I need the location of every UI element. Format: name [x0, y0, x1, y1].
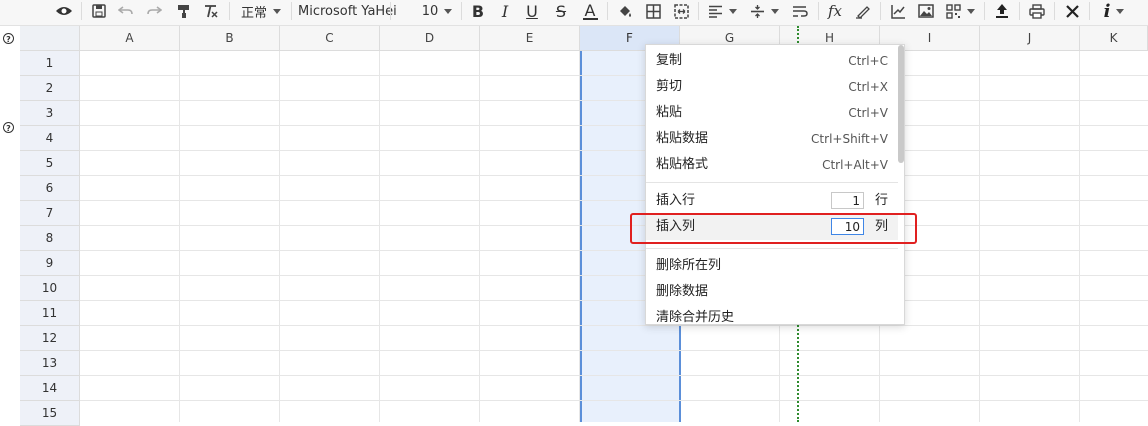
column-header[interactable]: K — [1080, 26, 1148, 51]
cell-grid[interactable] — [80, 26, 1148, 422]
underline-button[interactable]: U — [521, 0, 543, 22]
chevron-down-icon — [966, 8, 975, 14]
highlight-annotation-box — [630, 213, 917, 244]
redo-icon[interactable] — [142, 0, 166, 22]
select-all-corner[interactable] — [20, 26, 80, 51]
column-header[interactable]: B — [180, 26, 280, 51]
menu-item-paste-format[interactable]: 粘贴格式 Ctrl+Alt+V — [646, 152, 898, 178]
chart-icon[interactable] — [886, 0, 910, 22]
column-header[interactable]: J — [980, 26, 1080, 51]
menu-item-paste-data[interactable]: 粘贴数据 Ctrl+Shift+V — [646, 126, 898, 152]
edit-formula-icon[interactable] — [851, 0, 875, 22]
menu-item-delete-data[interactable]: 删除数据 — [646, 279, 898, 305]
vertical-align-select[interactable] — [746, 0, 782, 22]
row-header[interactable]: 4 — [20, 126, 80, 151]
column-header[interactable]: C — [280, 26, 380, 51]
font-color-swatch — [582, 17, 598, 20]
toolbar: 正常 Microsoft YaHei 10 B I U S A fx i — [0, 0, 1148, 26]
row-header[interactable]: 9 — [20, 251, 80, 276]
row-header[interactable]: 11 — [20, 301, 80, 326]
chevron-down-icon — [444, 8, 453, 14]
qr-code-select[interactable] — [942, 0, 978, 22]
row-header[interactable]: 1 — [20, 51, 80, 76]
borders-icon[interactable] — [641, 0, 665, 22]
merge-cells-icon[interactable] — [669, 0, 693, 22]
save-icon[interactable] — [88, 0, 110, 22]
row-header[interactable]: 15 — [20, 401, 80, 426]
row-header[interactable]: 12 — [20, 326, 80, 351]
print-icon[interactable] — [1025, 0, 1049, 22]
menu-item-insert-row[interactable]: 插入行 1 行 — [646, 188, 898, 214]
row-header[interactable]: 3 — [20, 101, 80, 126]
style-select[interactable]: 正常 — [236, 0, 286, 22]
undo-icon[interactable] — [114, 0, 138, 22]
tools-icon[interactable] — [1060, 0, 1084, 22]
image-icon[interactable] — [914, 0, 938, 22]
row-header[interactable]: 2 — [20, 76, 80, 101]
menu-item-clear-merge-history[interactable]: 清除合并历史 — [646, 305, 898, 324]
chevron-down-icon — [273, 8, 281, 14]
info-icon: i — [1103, 0, 1111, 22]
function-button[interactable]: fx — [823, 0, 847, 22]
column-header[interactable]: A — [80, 26, 180, 51]
chevron-down-icon — [770, 8, 779, 14]
row-header[interactable]: 14 — [20, 376, 80, 401]
left-gutter: ? ? — [0, 26, 20, 422]
column-header[interactable]: D — [380, 26, 480, 51]
context-menu: 复制 Ctrl+C 剪切 Ctrl+X 粘贴 Ctrl+V 粘贴数据 Ctrl+… — [645, 44, 905, 325]
eye-icon[interactable] — [52, 0, 76, 22]
menu-item-cut[interactable]: 剪切 Ctrl+X — [646, 74, 898, 100]
help-icon[interactable]: ? — [3, 33, 14, 44]
menu-item-copy[interactable]: 复制 Ctrl+C — [646, 48, 898, 74]
toolbar-separator — [81, 2, 82, 20]
row-header[interactable]: 7 — [20, 201, 80, 226]
menu-separator — [646, 182, 898, 183]
format-painter-icon[interactable] — [172, 0, 196, 22]
font-size-select[interactable]: 10 — [417, 0, 457, 22]
chevron-down-icon — [728, 8, 737, 14]
row-header[interactable]: 6 — [20, 176, 80, 201]
row-header[interactable]: 5 — [20, 151, 80, 176]
horizontal-align-select[interactable] — [704, 0, 740, 22]
text-wrap-icon[interactable] — [788, 0, 812, 22]
font-color-button[interactable]: A — [578, 0, 602, 22]
menu-item-delete-column[interactable]: 删除所在列 — [646, 253, 898, 279]
menu-separator — [646, 248, 898, 249]
insert-row-unit: 行 — [875, 193, 889, 208]
upload-icon[interactable] — [990, 0, 1014, 22]
clear-format-icon[interactable] — [199, 0, 223, 22]
fill-color-icon[interactable] — [613, 0, 637, 22]
column-header-bar: A B C D E F G H I J K — [20, 26, 1148, 51]
bold-button[interactable]: B — [467, 0, 489, 22]
font-family-select[interactable]: Microsoft YaHei — [298, 0, 397, 22]
row-header[interactable]: 10 — [20, 276, 80, 301]
help-icon[interactable]: ? — [3, 122, 14, 133]
strikethrough-button[interactable]: S — [550, 0, 572, 22]
menu-item-paste[interactable]: 粘贴 Ctrl+V — [646, 100, 898, 126]
info-select[interactable]: i — [1096, 0, 1132, 22]
column-header[interactable]: E — [480, 26, 580, 51]
chevron-down-icon — [1116, 8, 1125, 14]
row-header[interactable]: 13 — [20, 351, 80, 376]
italic-button[interactable]: I — [494, 0, 516, 22]
menu-scrollbar[interactable] — [898, 45, 904, 163]
row-header[interactable]: 8 — [20, 226, 80, 251]
insert-row-count-input[interactable]: 1 — [831, 192, 864, 209]
